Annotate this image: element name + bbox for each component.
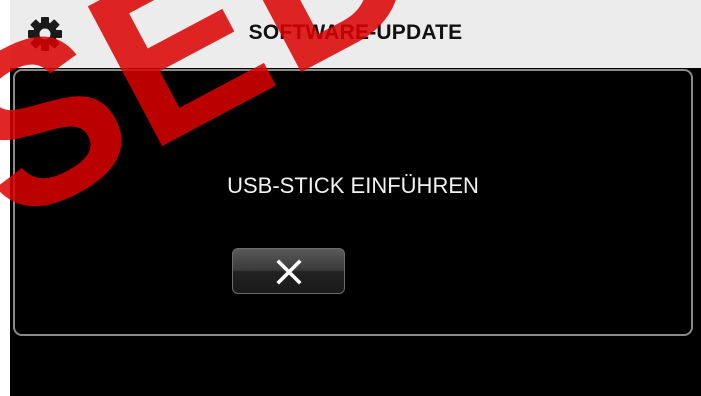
close-button[interactable] [232,248,345,294]
header-bar: SOFTWARE-UPDATE [10,0,701,68]
gear-icon[interactable] [25,14,65,54]
page-title: SOFTWARE-UPDATE [248,21,463,44]
dialog-message: USB-STICK EINFÜHREN [227,173,479,198]
device-screen: SOFTWARE-UPDATE USB-STICK EINFÜHREN [10,0,701,396]
close-icon [276,259,302,285]
usb-dialog: USB-STICK EINFÜHREN [13,69,693,336]
